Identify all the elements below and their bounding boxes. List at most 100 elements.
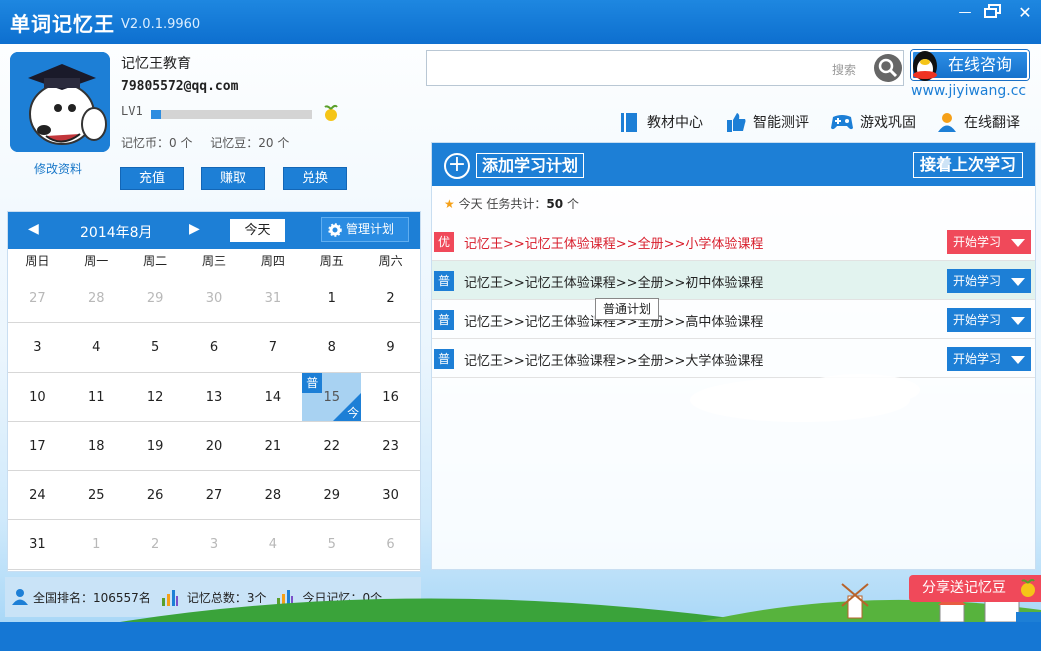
calendar-day[interactable]: 8 bbox=[302, 323, 362, 373]
calendar-day[interactable]: 31 bbox=[243, 274, 303, 324]
calendar-day[interactable]: 10 bbox=[8, 373, 67, 422]
calendar-day[interactable]: 25 bbox=[66, 471, 126, 521]
start-study-button[interactable]: 开始学习 bbox=[947, 230, 1031, 254]
close-icon[interactable]: ✕ bbox=[1014, 4, 1036, 22]
nav-game-review[interactable]: 游戏巩固 bbox=[830, 110, 916, 134]
calendar-day[interactable]: 6 bbox=[184, 323, 244, 373]
day-number: 5 bbox=[150, 340, 160, 356]
calendar-day[interactable]: 5 bbox=[302, 520, 362, 570]
nav-label: 智能测评 bbox=[753, 115, 809, 131]
prev-month-icon[interactable]: ◀ bbox=[28, 221, 39, 237]
calendar-day[interactable]: 2 bbox=[361, 274, 420, 324]
resume-study-button[interactable]: 接着上次学习 bbox=[912, 152, 1023, 178]
calendar-day[interactable]: 24 bbox=[8, 471, 67, 521]
calendar-day[interactable]: 19 bbox=[125, 422, 185, 472]
recharge-button[interactable]: 充值 bbox=[120, 167, 184, 190]
calendar-day[interactable]: 11 bbox=[66, 373, 126, 422]
day-number: 10 bbox=[29, 389, 46, 405]
calendar-day[interactable]: 17 bbox=[8, 422, 67, 472]
start-study-button[interactable]: 开始学习 bbox=[947, 347, 1031, 371]
manage-plan-button[interactable]: 管理计划 bbox=[321, 217, 409, 242]
day-number: 7 bbox=[268, 340, 277, 356]
calendar-day[interactable]: 1 bbox=[66, 520, 126, 570]
minimize-icon[interactable]: — bbox=[954, 4, 976, 22]
calendar-day[interactable]: 30 bbox=[184, 274, 244, 324]
site-url[interactable]: www.jiyiwang.cc bbox=[911, 83, 1026, 99]
app-version: V2.0.1.9960 bbox=[121, 17, 201, 32]
day-number: 14 bbox=[264, 389, 282, 405]
today-button[interactable]: 今天 bbox=[230, 219, 285, 242]
calendar-day[interactable]: 20 bbox=[184, 422, 244, 472]
day-number: 16 bbox=[382, 389, 399, 405]
calendar-day[interactable]: 2 bbox=[125, 520, 185, 570]
calendar-day[interactable]: 4 bbox=[243, 520, 303, 570]
calendar-day[interactable]: 27 bbox=[8, 274, 67, 324]
next-month-icon[interactable]: ▶ bbox=[189, 221, 200, 237]
start-study-button[interactable]: 开始学习 bbox=[947, 269, 1031, 293]
calendar-day[interactable]: 普今 15 bbox=[302, 372, 362, 422]
calendar-day[interactable]: 30 bbox=[361, 471, 420, 521]
calendar-day[interactable]: 13 bbox=[184, 373, 244, 422]
maximize-icon[interactable] bbox=[982, 4, 1004, 22]
start-study-button[interactable]: 开始学习 bbox=[947, 308, 1031, 332]
calendar-day[interactable]: 6 bbox=[361, 520, 420, 570]
calendar-day[interactable]: 9 bbox=[361, 323, 420, 373]
calendar-day[interactable]: 7 bbox=[243, 323, 303, 373]
earn-button[interactable]: 赚取 bbox=[201, 167, 265, 190]
nav-online-translate[interactable]: 在线翻译 bbox=[936, 110, 1020, 134]
calendar-month: 2014年8月 bbox=[80, 225, 153, 241]
level-progress-fill bbox=[151, 110, 161, 119]
calendar-day[interactable]: 27 bbox=[184, 471, 244, 521]
plan-path[interactable]: 记忆王>>记忆王体验课程>>全册>>大学体验课程 bbox=[464, 350, 763, 369]
exchange-button[interactable]: 兑换 bbox=[283, 167, 347, 190]
day-number: 28 bbox=[264, 488, 282, 504]
summary-prefix: 今天 任务共计： bbox=[458, 197, 547, 211]
calendar-day[interactable]: 29 bbox=[125, 274, 185, 324]
calendar-day[interactable]: 28 bbox=[243, 471, 303, 521]
day-number: 9 bbox=[386, 340, 395, 356]
calendar-day[interactable]: 4 bbox=[66, 323, 126, 373]
calendar-day[interactable]: 18 bbox=[66, 422, 126, 472]
calendar-day[interactable]: 3 bbox=[8, 323, 67, 373]
title-bar: 单词记忆王 V2.0.1.9960 — ✕ bbox=[0, 0, 1041, 44]
day-number: 3 bbox=[33, 340, 42, 356]
calendar-weekdays: 周日 周一 周二 周三 周四 周五 周六 bbox=[8, 249, 420, 274]
day-number: 23 bbox=[382, 438, 399, 454]
day-number: 1 bbox=[92, 537, 101, 553]
user-icon bbox=[12, 589, 28, 605]
calendar-day[interactable]: 16 bbox=[361, 373, 420, 422]
user-email: 79805572@qq.com bbox=[121, 79, 239, 94]
thumbs-up-icon bbox=[727, 113, 746, 132]
plan-type-badge: 普 bbox=[434, 310, 454, 330]
edit-profile-link[interactable]: 修改资料 bbox=[34, 160, 82, 177]
calendar-day[interactable]: 21 bbox=[243, 422, 303, 472]
weekday-label: 周日 bbox=[25, 254, 50, 268]
nav-textbook-center[interactable]: 教材中心 bbox=[619, 110, 703, 134]
calendar-day[interactable]: 26 bbox=[125, 471, 185, 521]
share-beans-button[interactable]: 分享送记忆豆 bbox=[909, 575, 1041, 602]
day-number: 5 bbox=[327, 537, 336, 553]
calendar-day[interactable]: 1 bbox=[302, 274, 362, 324]
nav-smart-test[interactable]: 智能测评 bbox=[725, 110, 809, 134]
search-button[interactable] bbox=[874, 54, 902, 82]
calendar-day[interactable]: 29 bbox=[302, 471, 362, 521]
chevron-down-icon bbox=[1011, 356, 1025, 364]
online-consult-button[interactable]: 在线咨询 bbox=[911, 50, 1029, 81]
start-study-label: 开始学习 bbox=[953, 313, 1002, 327]
calendar-day[interactable]: 14 bbox=[243, 373, 303, 422]
bar-chart-icon bbox=[161, 590, 178, 606]
calendar-day[interactable]: 5 bbox=[125, 323, 185, 373]
plan-path[interactable]: 记忆王>>记忆王体验课程>>全册>>初中体验课程 bbox=[464, 272, 763, 291]
add-plan-button[interactable]: + 添加学习计划 bbox=[444, 152, 585, 179]
chevron-down-icon bbox=[1011, 278, 1025, 286]
calendar-day[interactable]: 3 bbox=[184, 520, 244, 570]
day-number: 31 bbox=[29, 537, 46, 553]
plan-path[interactable]: 记忆王>>记忆王体验课程>>全册>>小学体验课程 bbox=[464, 233, 763, 252]
calendar-day[interactable]: 12 bbox=[125, 373, 185, 422]
calendar-day[interactable]: 31 bbox=[8, 520, 67, 570]
calendar-day[interactable]: 22 bbox=[302, 422, 362, 472]
search-input[interactable] bbox=[433, 57, 823, 79]
calendar-day[interactable]: 23 bbox=[361, 422, 420, 472]
calendar-day[interactable]: 28 bbox=[66, 274, 126, 324]
chevron-down-icon bbox=[1011, 317, 1025, 325]
